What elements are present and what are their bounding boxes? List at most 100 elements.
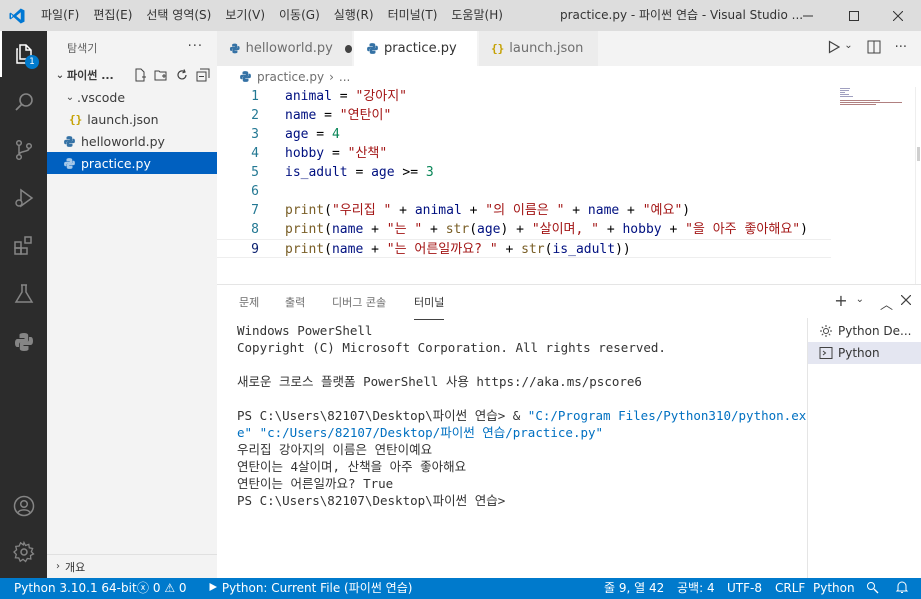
problems-indicator[interactable]: ⓧ 0 ⚠ 0 <box>137 578 187 599</box>
line-number: 6 <box>251 184 259 199</box>
new-file-icon[interactable] <box>132 67 148 83</box>
tree-item-label: practice.py <box>81 155 151 171</box>
tab-label: launch.json <box>509 41 584 56</box>
run-debug-activity[interactable] <box>0 175 47 221</box>
explorer-sidebar: 탐색기 ··· ⌄ 파이썬 ... ⌄ .vscode {} launch.js… <box>47 31 217 578</box>
tab-practice-py[interactable]: practice.py <box>354 31 478 66</box>
more-actions-icon[interactable]: ··· <box>895 40 907 58</box>
notifications-bell-icon[interactable] <box>895 578 909 599</box>
menu-view[interactable]: 보기(V) <box>218 0 272 31</box>
manage-activity[interactable] <box>0 529 47 575</box>
minimize-button[interactable] <box>785 0 831 31</box>
line-number: 9 <box>251 242 259 257</box>
extensions-activity[interactable] <box>0 223 47 269</box>
feedback-icon[interactable] <box>866 578 880 599</box>
run-configuration-label: Python: Current File (파이썬 연습) <box>221 581 413 595</box>
minimap[interactable] <box>835 87 915 284</box>
tab-launch-json[interactable]: {} launch.json <box>479 31 599 66</box>
window-title: practice.py - 파이썬 연습 - Visual Studio ... <box>560 8 804 22</box>
json-file-icon: {} <box>491 42 505 55</box>
panel-tab-output[interactable]: 출력 <box>285 285 305 320</box>
scrollbar-thumb[interactable] <box>917 147 920 161</box>
code-line[interactable]: 8 print(name + "는 " + str(age) + "살이며, " … <box>217 220 831 239</box>
terminal-line: 연탄이는 4살이며, 산책을 아주 좋아해요 <box>237 459 467 474</box>
workspace-folder[interactable]: ⌄ 파이썬 ... <box>47 64 217 86</box>
chevron-down-icon: ⌄ <box>65 91 75 103</box>
search-activity[interactable] <box>0 79 47 125</box>
terminal-output[interactable]: Windows PowerShell Copyright (C) Microso… <box>237 322 806 509</box>
menu-go[interactable]: 이동(G) <box>272 0 327 31</box>
code-text: print(name + "는 " + str(age) + "살이며, " +… <box>285 222 808 237</box>
run-configuration[interactable]: Python: Current File (파이썬 연습) <box>208 578 412 599</box>
explorer-activity[interactable]: 1 <box>0 31 47 77</box>
python-file-icon <box>367 43 378 54</box>
code-line[interactable]: 3 age = 4 <box>217 125 831 144</box>
encoding[interactable]: UTF-8 <box>727 578 762 599</box>
code-text: animal = "강아지" <box>285 89 407 104</box>
tree-item-vscode-folder[interactable]: ⌄ .vscode <box>47 86 217 108</box>
source-control-activity[interactable] <box>0 127 47 173</box>
panel-tab-debug-console[interactable]: 디버그 콘솔 <box>332 285 386 320</box>
terminal-item-python-debug[interactable]: Python De... <box>808 320 921 342</box>
menu-edit[interactable]: 편집(E) <box>86 0 139 31</box>
language-mode[interactable]: Python <box>813 578 855 599</box>
close-window-button[interactable] <box>875 0 921 31</box>
python-file-icon <box>64 157 75 169</box>
tree-item-launch-json[interactable]: {} launch.json <box>47 108 217 130</box>
indentation[interactable]: 공백: 4 <box>677 578 715 599</box>
more-actions-icon[interactable]: ··· <box>188 39 203 54</box>
terminal-item-label: Python De... <box>838 324 912 338</box>
unsaved-dot-icon[interactable] <box>344 44 352 53</box>
code-line[interactable]: 5 is_adult = age >= 3 <box>217 163 831 182</box>
tree-item-practice-py[interactable]: practice.py <box>47 152 217 174</box>
maximize-button[interactable] <box>831 0 877 31</box>
error-count: 0 <box>152 581 161 595</box>
code-line[interactable]: 9 print(name + "는 어른일까요? " + str(is_adult… <box>217 239 831 258</box>
cursor-position[interactable]: 줄 9, 열 42 <box>604 578 664 599</box>
menu-terminal[interactable]: 터미널(T) <box>381 0 445 31</box>
tab-helloworld-py[interactable]: helloworld.py <box>217 31 353 66</box>
code-editor[interactable]: 1 animal = "강아지" 2 name = "연탄이" 3 age = 4 4 hob… <box>217 87 921 284</box>
chevron-down-icon: ⌄ <box>55 69 65 81</box>
code-line[interactable]: 7 print("우리집 " + animal + "의 이름은 " + name… <box>217 201 831 220</box>
collapse-all-icon[interactable] <box>195 67 211 83</box>
editor-tabs: helloworld.py practice.py {} launch.json… <box>217 31 921 66</box>
run-python-file-icon[interactable] <box>828 40 841 58</box>
terminal-item-python[interactable]: Python <box>808 342 921 364</box>
code-line[interactable]: 6 <box>217 182 831 201</box>
close-panel-icon[interactable] <box>900 294 912 313</box>
maximize-panel-icon[interactable]: ︿ <box>880 294 893 313</box>
menu-selection[interactable]: 선택 영역(S) <box>139 0 218 31</box>
breadcrumb-file[interactable]: practice.py <box>257 70 324 84</box>
menu-help[interactable]: 도움말(H) <box>444 0 510 31</box>
testing-activity[interactable] <box>0 271 47 317</box>
code-line[interactable]: 1 animal = "강아지" <box>217 87 831 106</box>
menu-file[interactable]: 파일(F) <box>34 0 86 31</box>
split-editor-icon[interactable] <box>867 40 881 58</box>
panel-tab-terminal[interactable]: 터미널 <box>414 285 445 320</box>
end-of-line[interactable]: CRLF <box>775 578 805 599</box>
code-line[interactable]: 4 hobby = "산책" <box>217 144 831 163</box>
bottom-panel: 문제 출력 디버그 콘솔 터미널 + ⌄ ︿ Windows PowerShel… <box>217 284 921 578</box>
status-bar: Python 3.10.1 64-bit ⓧ 0 ⚠ 0 Python: Cur… <box>0 578 921 599</box>
gear-icon <box>12 540 35 563</box>
new-folder-icon[interactable] <box>153 67 169 83</box>
run-dropdown-chevron-icon[interactable]: ⌄ <box>844 40 852 58</box>
tree-item-label: launch.json <box>87 111 159 127</box>
refresh-icon[interactable] <box>174 67 190 83</box>
editor-scrollbar[interactable] <box>915 87 921 284</box>
terminal-dropdown-chevron-icon[interactable]: ⌄ <box>856 294 864 313</box>
python-interpreter[interactable]: Python 3.10.1 64-bit <box>14 578 137 599</box>
menu-bar: 파일(F) 편집(E) 선택 영역(S) 보기(V) 이동(G) 실행(R) 터… <box>34 0 510 31</box>
accounts-activity[interactable] <box>0 483 47 529</box>
new-terminal-icon[interactable]: + <box>834 293 847 313</box>
code-line[interactable]: 2 name = "연탄이" <box>217 106 831 125</box>
outline-section[interactable]: › 개요 <box>47 554 217 578</box>
panel-tab-problems[interactable]: 문제 <box>239 285 259 320</box>
menu-run[interactable]: 실행(R) <box>327 0 381 31</box>
tree-item-helloworld-py[interactable]: helloworld.py <box>47 130 217 152</box>
python-activity[interactable] <box>0 319 47 365</box>
breadcrumb-symbols[interactable]: ... <box>339 70 350 84</box>
workspace-folder-label: 파이썬 ... <box>67 69 114 82</box>
terminal-command: "C:/Program Files/Python310/python.ex <box>527 408 807 423</box>
